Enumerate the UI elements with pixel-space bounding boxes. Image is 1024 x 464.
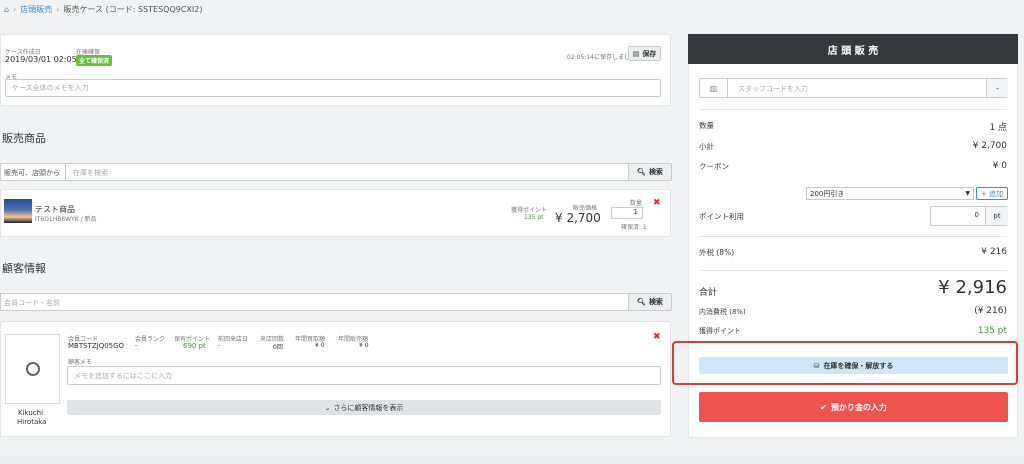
customer-memo-input[interactable]: メモを追加するにはここに入力	[67, 366, 661, 385]
filter-divider	[65, 164, 66, 180]
total-value: ¥ 2,916	[938, 277, 1007, 298]
tax-excluded-value: ¥ 216	[981, 247, 1007, 257]
register-panel: 店 頭 販 売 ▥ スタッフコードを入力 - 数量 1 点 小計 ¥ 2,700…	[672, 34, 1018, 438]
coupon-select-value: 200円引き	[810, 189, 845, 198]
chevron-down-icon: ⌄	[324, 403, 331, 412]
product-item-card: テスト商品 IT6D1HB6WYK / 新品 獲得ポイント 135 pt 販売価…	[0, 189, 671, 237]
page-footer-strip	[0, 456, 1024, 464]
product-search-button-label: 検索	[648, 168, 663, 176]
product-price-value: ¥ 2,700	[555, 211, 601, 225]
staff-code-input[interactable]: スタッフコードを入力	[738, 84, 808, 94]
customer-search-input[interactable]: 会員コード・名前	[4, 298, 60, 308]
quantity-label: 数量	[699, 121, 714, 130]
staff-clear-button[interactable]: -	[986, 79, 1008, 97]
earn-points-label: 獲得ポイント	[699, 327, 741, 335]
member-rank-value: -	[135, 342, 138, 349]
case-info-panel: ケース作成日 2019/03/01 02:05 在庫確保 全て確保済 02:05…	[0, 34, 671, 106]
breadcrumb-link-store-sales[interactable]: 店頭販売	[20, 4, 52, 15]
show-more-customer-label: さらに顧客情報を表示	[333, 403, 404, 412]
customer-search-bar: 会員コード・名前 🔍︎ 検索	[0, 293, 672, 311]
breadcrumb-current: 販売ケース (コード: SSTESQQ9CXI2)	[63, 4, 203, 14]
created-date-value: 2019/03/01 02:05	[5, 55, 77, 64]
visit-count-value: 0回	[273, 344, 283, 351]
last-visit-value: -	[218, 342, 221, 349]
last-visit-label: 前回来店日	[218, 336, 249, 343]
customer-name-line2: Hirotaka	[17, 418, 47, 426]
held-points-value: 690 pt	[183, 342, 206, 350]
points-use-input[interactable]: 0	[931, 211, 983, 219]
total-label: 合計	[699, 288, 718, 298]
member-code-value: MBTSTZJQ05GO	[68, 342, 125, 350]
subtotal-value: ¥ 2,700	[972, 141, 1007, 151]
user-icon	[25, 362, 40, 376]
product-reserved-count: 確保済: 1	[621, 224, 647, 231]
stock-status-badge: 全て確保済	[76, 55, 113, 66]
show-more-customer-button[interactable]: ⌄ さらに顧客情報を表示	[67, 400, 661, 415]
reserve-stock-button[interactable]: ⛁ 在庫を確保・解放する	[699, 357, 1008, 374]
product-thumbnail	[4, 199, 32, 223]
breadcrumb: ⌂ › 店頭販売 › 販売ケース (コード: SSTESQQ9CXI2)	[0, 0, 1024, 18]
member-rank-label: 会員ランク	[135, 336, 166, 343]
tax-excluded-label: 外税 (8%)	[699, 248, 735, 257]
save-button[interactable]: ▤ 保存	[628, 46, 661, 61]
product-points-label: 獲得ポイント	[511, 207, 548, 214]
earn-points-value: 135 pt	[977, 326, 1007, 336]
staff-code-group: ▥ スタッフコードを入力 -	[699, 78, 1008, 98]
annual-purchase-value: ¥ 0	[315, 342, 325, 349]
points-use-label: ポイント利用	[699, 212, 744, 221]
product-search-input[interactable]: 在庫を検索	[73, 168, 108, 178]
divider	[699, 270, 1007, 271]
customer-memo-label: 顧客メモ	[68, 359, 93, 366]
reserve-stock-label: 在庫を確保・解放する	[823, 361, 894, 370]
product-qty-label: 数量	[630, 200, 643, 207]
register-title: 店 頭 販 売	[827, 45, 879, 57]
customer-search-button-label: 検索	[648, 298, 663, 306]
coupon-select[interactable]: 200円引き ▼	[806, 187, 974, 200]
points-use-input-group: 0 pt	[930, 206, 1008, 226]
save-button-label: 保存	[642, 49, 657, 58]
remove-customer-icon[interactable]: ✖	[653, 332, 661, 342]
divider	[699, 109, 1007, 110]
product-search-bar: 販売可、店頭から 在庫を検索 🔍︎ 検索	[0, 163, 672, 181]
breadcrumb-separator: ›	[13, 4, 17, 14]
saved-status-text: 02:05:14に保存しました	[567, 54, 636, 61]
customer-search-button[interactable]: 🔍︎ 検索	[628, 293, 672, 311]
register-header: 店 頭 販 売	[688, 34, 1018, 64]
products-section-title: 販売商品	[2, 132, 46, 145]
product-qty-input[interactable]: 1	[611, 207, 643, 219]
case-memo-placeholder: ケース全体のメモを入力	[12, 84, 89, 92]
breadcrumb-separator: ›	[56, 4, 60, 14]
case-memo-input[interactable]: ケース全体のメモを入力	[5, 79, 661, 97]
add-coupon-button[interactable]: + 追加	[976, 187, 1008, 200]
barcode-icon: ▥	[700, 79, 728, 97]
product-search-button[interactable]: 🔍︎ 検索	[628, 163, 672, 181]
annual-sales-value: ¥ 0	[359, 342, 369, 349]
home-icon[interactable]: ⌂	[4, 5, 9, 14]
quantity-value: 1 点	[989, 123, 1007, 133]
customer-name-line1: Kikuchi	[18, 409, 44, 417]
search-icon: 🔍︎	[637, 298, 646, 306]
subtotal-label: 小計	[699, 142, 714, 151]
coupon-value: ¥ 0	[992, 161, 1007, 171]
product-filter-label[interactable]: 販売可、店頭から	[4, 168, 60, 178]
search-icon: 🔍︎	[637, 168, 646, 176]
points-unit: pt	[985, 207, 1008, 225]
caret-down-icon: ▼	[965, 190, 970, 197]
customer-section-title: 顧客情報	[2, 262, 46, 275]
coupon-label: クーポン	[699, 162, 729, 171]
divider	[699, 236, 1007, 237]
product-code: IT6D1HB6WYK / 新品	[35, 216, 97, 223]
customer-card: Kikuchi Hirotaka 会員コード MBTSTZJQ05GO 会員ラン…	[0, 321, 671, 437]
check-icon: ✔	[820, 402, 827, 412]
tax-included-value: (¥ 216)	[974, 306, 1007, 316]
cubes-icon: ⛁	[813, 361, 820, 370]
deposit-button[interactable]: ✔ 預かり金の入力	[699, 392, 1008, 422]
tax-included-label: 内消費税 (8%)	[699, 308, 746, 316]
product-points-value: 135 pt	[524, 214, 544, 221]
customer-avatar	[5, 334, 60, 404]
save-icon: ▤	[632, 49, 640, 58]
deposit-button-label: 預かり金の入力	[830, 402, 887, 412]
remove-product-icon[interactable]: ✖	[653, 198, 661, 208]
customer-memo-placeholder: メモを追加するにはここに入力	[74, 371, 172, 380]
